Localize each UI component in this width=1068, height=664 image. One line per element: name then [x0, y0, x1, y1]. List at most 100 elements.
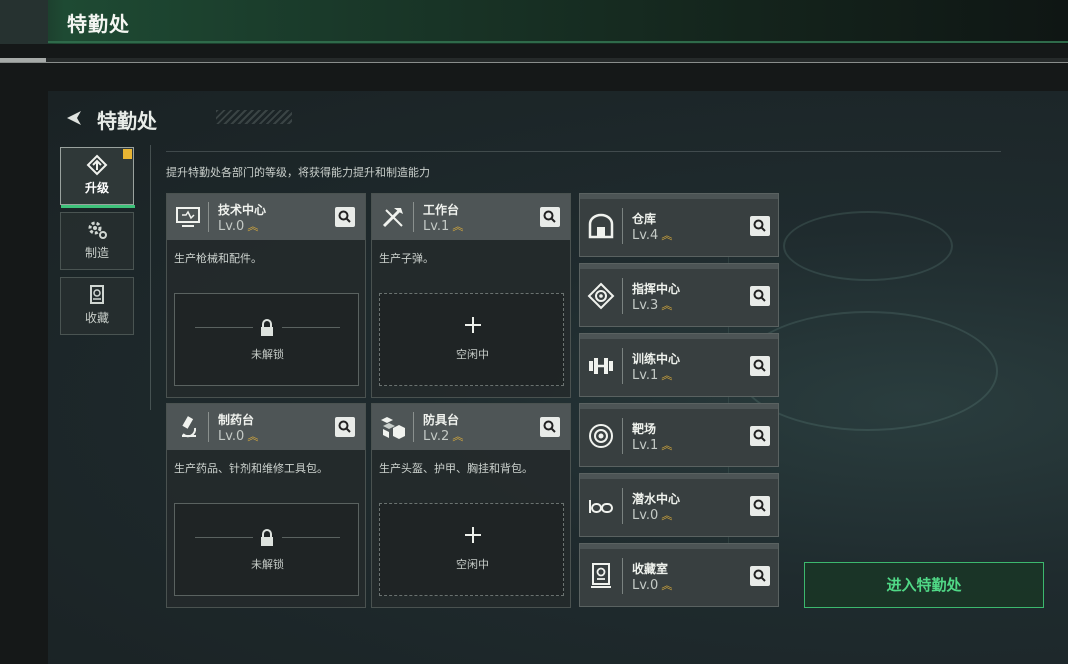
tab-collection[interactable]: 收藏 [60, 277, 134, 335]
level-text: Lv.1 [632, 368, 659, 383]
tab-upgrade[interactable]: 升级 [60, 147, 135, 208]
card-divider [208, 202, 209, 232]
card-divider [413, 412, 414, 442]
facility-name: 仓库 [632, 212, 657, 226]
magnifier-icon[interactable] [540, 207, 560, 227]
description-rule [166, 151, 1001, 152]
lock-icon [261, 529, 273, 546]
magnifier-icon[interactable] [750, 216, 770, 236]
armor-icon [381, 417, 405, 439]
facility-warehouse[interactable]: 仓库 Lv.4 ︽ [579, 193, 779, 257]
title-bar: 特勤处 [0, 0, 1068, 44]
magnifier-icon[interactable] [750, 496, 770, 516]
facility-level: Lv.4 ︽ [632, 227, 672, 243]
production-slot-locked[interactable]: 未解锁 [174, 503, 359, 596]
production-card-tech-center[interactable]: 技术中心 Lv.0 ︽ 生产枪械和配件。 未解锁 [166, 193, 366, 398]
facility-level: Lv.0 ︽ [632, 507, 672, 523]
facility-header-strip [580, 474, 778, 479]
header-progress-line [0, 58, 1068, 63]
facility-divider [622, 348, 623, 384]
facility-divider [622, 558, 623, 594]
card-level: Lv.1 ︽ [423, 218, 463, 234]
plus-icon [465, 317, 481, 333]
panel-title: 特勤处 [97, 109, 157, 133]
magnifier-icon[interactable] [540, 417, 560, 437]
tab-label: 升级 [84, 181, 109, 195]
pharmacy-icon [182, 416, 197, 438]
slot-status: 未解锁 [251, 348, 284, 361]
level-text: Lv.4 [632, 228, 659, 243]
level-text: Lv.3 [632, 298, 659, 313]
facility-level: Lv.1 ︽ [632, 367, 672, 383]
slot-status: 空闲中 [456, 348, 489, 361]
facility-name: 靶场 [632, 422, 657, 436]
card-description: 生产药品、针剂和维修工具包。 [174, 462, 328, 475]
facility-name: 指挥中心 [632, 282, 681, 296]
facility-name: 收藏室 [632, 562, 669, 576]
card-level: Lv.0 ︽ [218, 218, 258, 234]
facility-header-strip [580, 404, 778, 409]
magnifier-icon[interactable] [335, 417, 355, 437]
card-header: 制药台 Lv.0 ︽ [167, 404, 365, 450]
level-chevron-icon: ︽ [661, 229, 673, 242]
dumbbell-icon [589, 358, 613, 374]
page-title: 特勤处 [67, 12, 130, 36]
facility-name: 潜水中心 [632, 492, 681, 506]
production-slot-idle[interactable]: 空闲中 [379, 293, 564, 386]
level-chevron-icon: ︽ [452, 430, 464, 443]
level-chevron-icon: ︽ [452, 220, 464, 233]
production-slot-locked[interactable]: 未解锁 [174, 293, 359, 386]
facility-name: 训练中心 [632, 352, 681, 366]
magnifier-icon[interactable] [750, 566, 770, 586]
production-card-armor[interactable]: 防具台 Lv.2 ︽ 生产头盔、护甲、胸挂和背包。 空闲中 [371, 403, 571, 608]
facility-header-strip [580, 264, 778, 269]
collection-icon [90, 285, 104, 304]
plus-icon [465, 527, 481, 543]
gear-icon [88, 221, 107, 239]
card-header: 防具台 Lv.2 ︽ [372, 404, 570, 450]
active-tab-indicator [61, 205, 135, 208]
facility-level: Lv.3 ︽ [632, 297, 672, 313]
facility-collection-room[interactable]: 收藏室 Lv.0 ︽ [579, 543, 779, 607]
level-chevron-icon: ︽ [661, 299, 673, 312]
magnifier-icon[interactable] [750, 286, 770, 306]
warehouse-icon [588, 213, 614, 239]
card-name: 防具台 [423, 413, 460, 427]
tab-craft[interactable]: 制造 [60, 212, 134, 270]
card-level: Lv.2 ︽ [423, 428, 463, 444]
enter-button[interactable]: 进入特勤处 [804, 562, 1044, 608]
facility-command-center[interactable]: 指挥中心 Lv.3 ︽ [579, 263, 779, 327]
workbench-icon [382, 208, 403, 228]
level-chevron-icon: ︽ [661, 579, 673, 592]
target-icon [589, 424, 613, 448]
card-level: Lv.0 ︽ [218, 428, 258, 444]
production-card-pharmacy[interactable]: 制药台 Lv.0 ︽ 生产药品、针剂和维修工具包。 未解锁 [166, 403, 366, 608]
production-slot-idle[interactable]: 空闲中 [379, 503, 564, 596]
tab-label: 收藏 [84, 311, 109, 325]
slot-rule [282, 327, 340, 328]
facility-diving-center[interactable]: 潜水中心 Lv.0 ︽ [579, 473, 779, 537]
facility-shooting-range[interactable]: 靶场 Lv.1 ︽ [579, 403, 779, 467]
magnifier-icon[interactable] [750, 356, 770, 376]
production-card-workbench[interactable]: 工作台 Lv.1 ︽ 生产子弹。 空闲中 [371, 193, 571, 398]
magnifier-icon[interactable] [750, 426, 770, 446]
slot-rule [195, 327, 253, 328]
notification-badge [123, 149, 132, 159]
facility-header-strip [580, 334, 778, 339]
facility-divider [622, 208, 623, 244]
magnifier-icon[interactable] [335, 207, 355, 227]
sidebar-divider [150, 145, 151, 410]
level-chevron-icon: ︽ [247, 430, 259, 443]
facility-divider [622, 488, 623, 524]
facility-level: Lv.1 ︽ [632, 437, 672, 453]
level-text: Lv.1 [423, 219, 450, 234]
level-text: Lv.1 [632, 438, 659, 453]
command-center-icon [587, 282, 615, 310]
level-chevron-icon: ︽ [247, 220, 259, 233]
card-header: 技术中心 Lv.0 ︽ [167, 194, 365, 240]
level-chevron-icon: ︽ [661, 439, 673, 452]
title-bar-edge [0, 0, 48, 44]
facility-training-center[interactable]: 训练中心 Lv.1 ︽ [579, 333, 779, 397]
tech-center-icon [176, 207, 200, 227]
back-arrow-icon[interactable] [62, 108, 84, 128]
